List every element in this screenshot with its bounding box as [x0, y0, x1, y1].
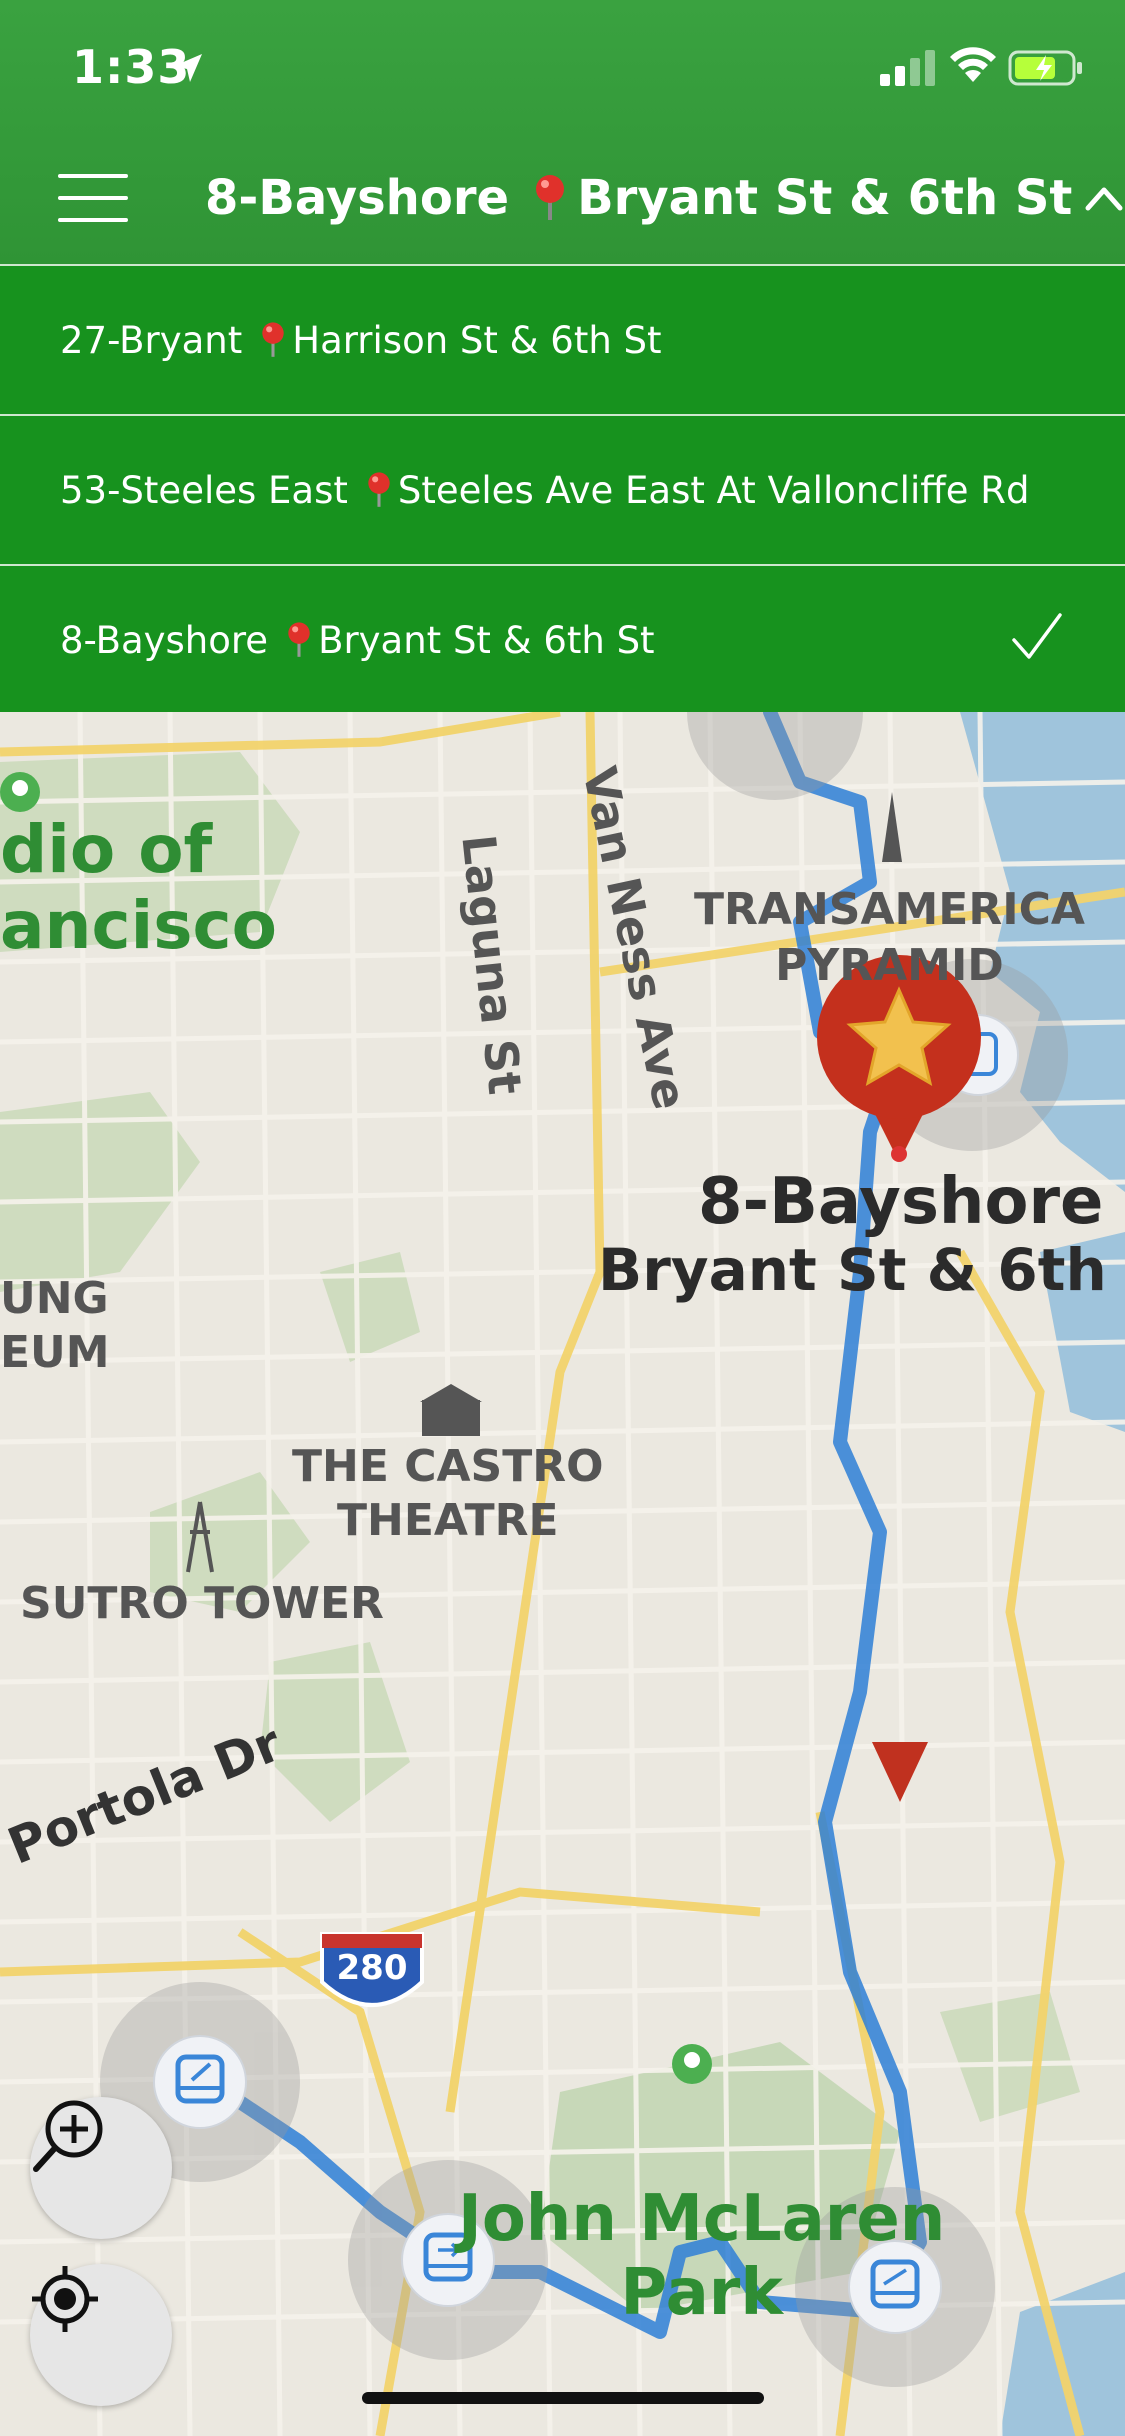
route-name: 53-Steeles East: [60, 468, 348, 512]
chevron-up-icon: [1085, 187, 1123, 211]
checkmark-icon: [1012, 613, 1062, 659]
header-stop-name: Bryant St & 6th St: [577, 170, 1073, 226]
selected-stop-route: 8-Bayshore: [698, 1165, 1104, 1239]
map-label-transamerica: TRANSAMERICA PYRAMID: [694, 884, 1085, 991]
wifi-icon: [950, 47, 996, 82]
stop-name: Bryant St & 6th St: [318, 618, 655, 662]
route-name: 8-Bayshore: [60, 618, 269, 662]
stop-name: Steeles Ave East At Valloncliffe Rd: [397, 468, 1030, 512]
map-label-de-young: UNG EUM: [0, 1273, 110, 1378]
menu-button[interactable]: [58, 168, 128, 228]
transamerica-icon: [882, 792, 902, 862]
location-arrow-icon: [174, 54, 202, 82]
route-selector-toggle[interactable]: 8-Bayshore Bryant St & 6th St: [205, 160, 1124, 236]
theatre-icon: [420, 1384, 482, 1436]
highway-shield-number: 280: [336, 1948, 408, 1988]
map-view[interactable]: dio of ancisco TRANSAMERICA PYRAMID Laguna…: [0, 712, 1125, 2436]
zoom-button[interactable]: [30, 2097, 172, 2239]
map-label-sutro: SUTRO TOWER: [20, 1578, 384, 1629]
status-bar: 1:33: [0, 0, 1125, 130]
pushpin-icon: [288, 622, 310, 657]
header-route-name: 8-Bayshore: [205, 170, 510, 226]
header-bar: 1:33 8-Bayshore Bryant St & 6th St: [0, 0, 1125, 264]
bus-stop-icon: [153, 2035, 247, 2129]
route-item-8-bayshore[interactable]: 8-Bayshore Bryant St & 6th St: [0, 564, 1125, 714]
map-label-castro: THE CASTRO THEATRE: [292, 1441, 604, 1546]
poi-tree-icon: [672, 2044, 712, 2084]
battery-charging-icon: [1008, 50, 1082, 86]
map-label-presidio: dio of ancisco: [0, 811, 278, 964]
poi-tree-icon: [0, 772, 40, 812]
route-name: 27-Bryant: [60, 318, 243, 362]
locate-me-button[interactable]: [30, 2264, 172, 2406]
home-indicator[interactable]: [362, 2392, 764, 2404]
signal-icon: [880, 50, 935, 86]
route-item-53-steeles-east[interactable]: 53-Steeles East Steeles Ave East At Vall…: [0, 414, 1125, 564]
route-list: 27-Bryant Harrison St & 6th St 53-Steele…: [0, 264, 1125, 714]
pushpin-icon: [262, 322, 284, 357]
selected-stop-name: Bryant St & 6th: [598, 1236, 1107, 1304]
pushpin-icon: [536, 175, 565, 220]
stop-name: Harrison St & 6th St: [292, 318, 662, 362]
selected-stop-label: 8-Bayshore Bryant St & 6th: [598, 1167, 1107, 1303]
map-label-mclaren: John McLaren Park: [458, 2182, 946, 2330]
route-item-27-bryant[interactable]: 27-Bryant Harrison St & 6th St: [0, 264, 1125, 414]
pushpin-icon: [368, 472, 390, 507]
zoom-in-icon: [33, 2100, 103, 2172]
locate-me-icon: [32, 2266, 98, 2332]
